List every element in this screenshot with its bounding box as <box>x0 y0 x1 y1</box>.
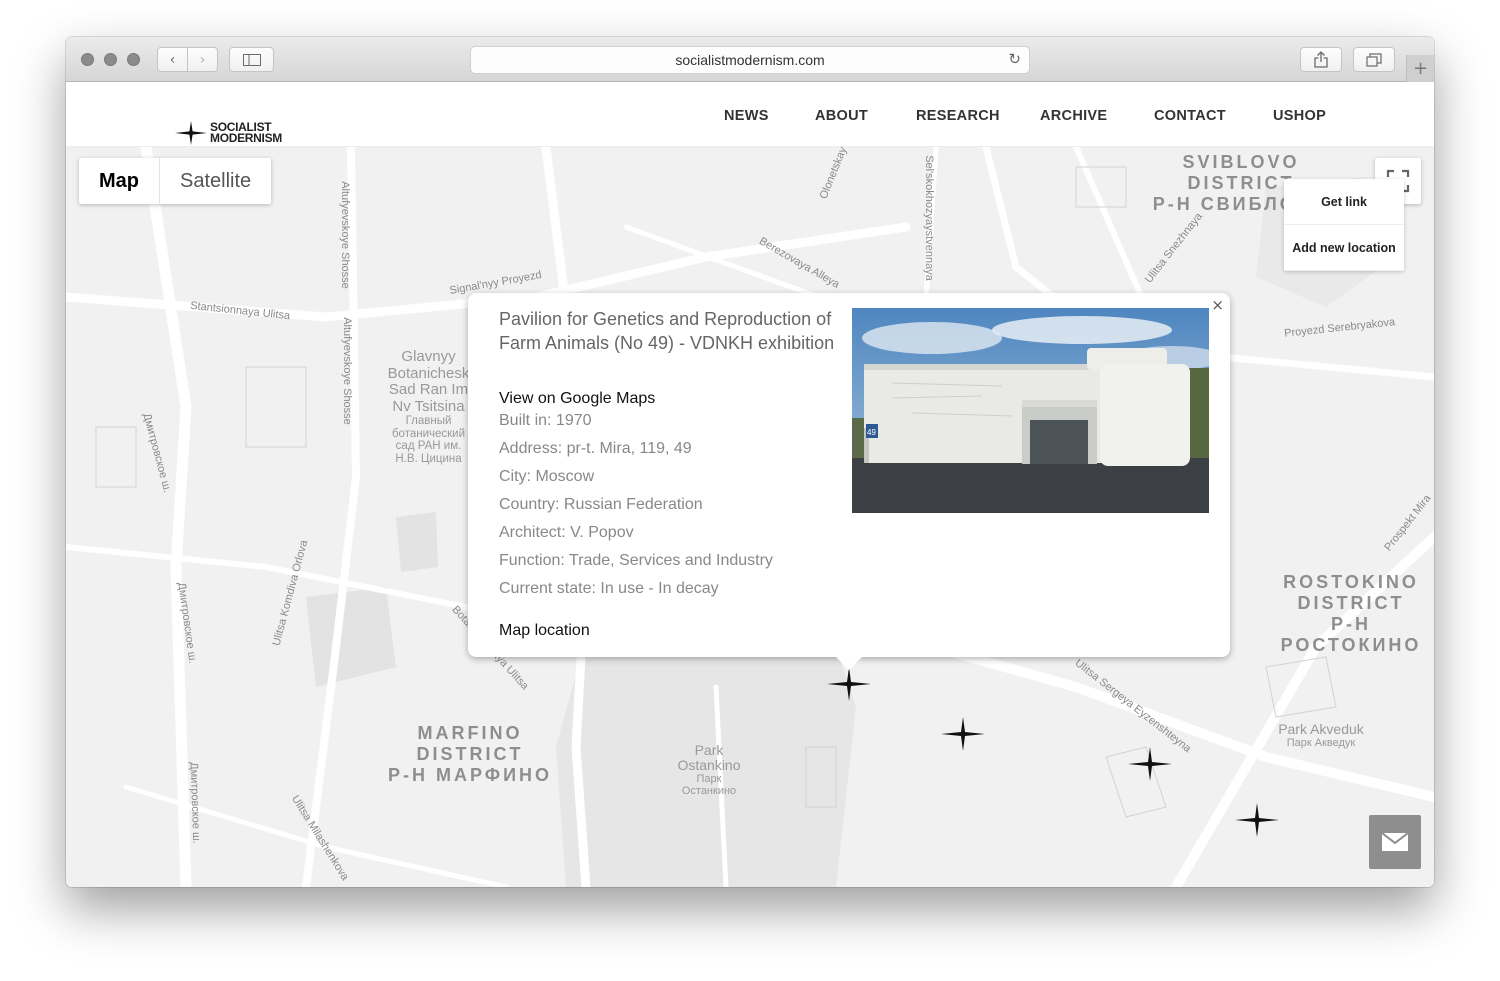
map-location-link[interactable]: Map location <box>499 622 590 640</box>
place-label-park-akveduk: Park Akveduk Парк Акведук <box>1278 721 1364 750</box>
close-icon[interactable]: × <box>1211 296 1224 314</box>
minimize-window-button[interactable] <box>104 53 117 66</box>
site-header: SOCIALIST MODERNISM NEWS ABOUT RESEARCH … <box>66 82 1434 147</box>
city-field: City: Moscow <box>499 468 595 485</box>
nav-research[interactable]: RESEARCH <box>916 108 1000 124</box>
close-window-button[interactable] <box>81 53 94 66</box>
place-label-park-ostankino: Park Ostankino Парк Останкино <box>677 742 741 798</box>
current-state-field: Current state: In use - In decay <box>499 580 719 597</box>
browser-toolbar: ‹ › socialistmodernism.com ↻ + <box>66 37 1434 82</box>
forward-icon: › <box>199 51 206 68</box>
map-view-button[interactable]: Map <box>79 158 160 204</box>
forward-button[interactable]: › <box>187 47 218 72</box>
nav-news[interactable]: NEWS <box>724 108 769 124</box>
street-label: Sel'skokhozyaystvennaya <box>922 155 935 281</box>
map-type-toggle: Map Satellite <box>79 158 272 204</box>
logo-wordmark: SOCIALIST MODERNISM <box>210 120 282 145</box>
map-marker-star[interactable] <box>1127 746 1173 782</box>
map-marker-star[interactable] <box>1234 802 1280 838</box>
browser-window: ‹ › socialistmodernism.com ↻ + SOCIALIST <box>66 37 1434 887</box>
envelope-icon <box>1382 833 1408 851</box>
sidebar-icon <box>242 53 261 66</box>
nav-about[interactable]: ABOUT <box>815 108 868 124</box>
street-label: Altufyevskoye Shosse <box>340 317 353 425</box>
district-label-marfino: MARFINO DISTRICT Р-Н МАРФИНО <box>387 723 553 785</box>
pavilion-photo-image: 49 <box>852 308 1209 513</box>
district-label-rostokino: ROSTOKINO DISTRICT Р-Н РОСТОКИНО <box>1280 572 1422 655</box>
street-label: Altufyevskoye Shosse <box>338 181 351 289</box>
address-bar[interactable]: socialistmodernism.com ↻ <box>470 46 1030 74</box>
nav-archive[interactable]: ARCHIVE <box>1040 108 1107 124</box>
new-tab-button[interactable]: + <box>1406 55 1434 82</box>
built-year: Built in: 1970 <box>499 412 592 429</box>
view-on-google-maps-link[interactable]: View on Google Maps <box>499 390 655 408</box>
nav-ushop[interactable]: USHOP <box>1273 108 1326 124</box>
map-marker-star[interactable] <box>826 666 872 702</box>
architect-field: Architect: V. Popov <box>499 524 634 541</box>
share-icon <box>1314 51 1328 68</box>
tabs-icon <box>1366 52 1382 67</box>
map-canvas[interactable]: Stantsionnaya Ulitsa Altufyevskoye Shoss… <box>66 147 1434 887</box>
location-info-popup: × Pavilion for Genetics and Reproduction… <box>468 293 1230 670</box>
get-link-button[interactable]: Get link <box>1284 179 1404 225</box>
tabs-button[interactable] <box>1353 47 1395 72</box>
satellite-view-button[interactable]: Satellite <box>160 158 271 204</box>
popup-pointer <box>835 656 863 670</box>
share-button[interactable] <box>1300 47 1342 72</box>
pavilion-number-badge: 49 <box>867 428 876 437</box>
reload-icon[interactable]: ↻ <box>1008 50 1021 68</box>
pavilion-photo[interactable]: 49 <box>852 308 1209 513</box>
zoom-window-button[interactable] <box>127 53 140 66</box>
new-tab-icon: + <box>1412 58 1429 79</box>
map-side-menu: Get link Add new location <box>1284 179 1404 271</box>
nav-contact[interactable]: CONTACT <box>1154 108 1226 124</box>
url-text: socialistmodernism.com <box>675 52 825 68</box>
popup-title: Pavilion for Genetics and Reproduction o… <box>499 309 835 353</box>
sidebar-button[interactable] <box>229 47 274 72</box>
back-button[interactable]: ‹ <box>157 47 188 72</box>
star-logo-icon <box>175 121 207 145</box>
function-field: Function: Trade, Services and Industry <box>499 552 773 569</box>
map-marker-star[interactable] <box>940 716 986 752</box>
country-field: Country: Russian Federation <box>499 496 703 513</box>
add-new-location-button[interactable]: Add new location <box>1284 225 1404 271</box>
address-field: Address: pr-t. Mira, 119, 49 <box>499 440 692 457</box>
back-icon: ‹ <box>169 51 176 68</box>
contact-mail-button[interactable] <box>1369 815 1421 869</box>
